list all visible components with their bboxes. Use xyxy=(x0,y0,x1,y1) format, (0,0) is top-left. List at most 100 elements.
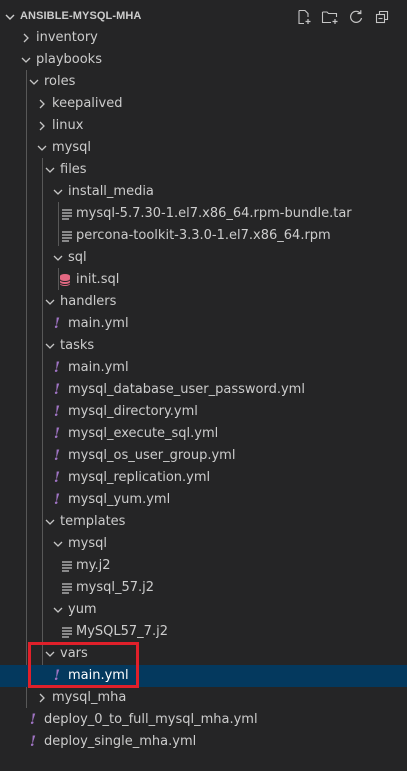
folder-label: mysql xyxy=(68,536,107,551)
folder-label: sql xyxy=(68,250,87,265)
tree-item-sql[interactable]: sql xyxy=(0,247,407,269)
tree-item-deploy-full[interactable]: ! deploy_0_to_full_mysql_mha.yml xyxy=(0,709,407,731)
yaml-file-icon: ! xyxy=(53,448,61,464)
chevron-down-icon xyxy=(53,255,63,261)
file-label: mysql_replication.yml xyxy=(68,470,211,485)
folder-label: handlers xyxy=(60,294,117,309)
yaml-file-icon: ! xyxy=(53,382,61,398)
tree-item-task-repl[interactable]: ! mysql_replication.yml xyxy=(0,467,407,489)
chevron-down-icon xyxy=(53,607,63,613)
file-label: mysql_directory.yml xyxy=(68,404,198,419)
chevron-right-icon xyxy=(39,99,45,109)
folder-label: mysql_mha xyxy=(52,690,127,705)
text-file-icon xyxy=(62,627,72,638)
tree-item-init-sql[interactable]: init.sql xyxy=(0,269,407,291)
folder-label: inventory xyxy=(36,30,98,45)
tree-item-files[interactable]: files xyxy=(0,159,407,181)
tree-item-task-os[interactable]: ! mysql_os_user_group.yml xyxy=(0,445,407,467)
tree-item-tpl-mysql[interactable]: mysql xyxy=(0,533,407,555)
tree-item-inventory[interactable]: inventory xyxy=(0,27,407,49)
chevron-down-icon xyxy=(45,343,55,349)
tree-item-mysql57-7-j2[interactable]: MySQL57_7.j2 xyxy=(0,621,407,643)
file-label: mysql_os_user_group.yml xyxy=(68,448,236,463)
tree-item-my-j2[interactable]: my.j2 xyxy=(0,555,407,577)
tree-item-tasks[interactable]: tasks xyxy=(0,335,407,357)
tree-item-mysql[interactable]: mysql xyxy=(0,137,407,159)
tree-item-tasks-main[interactable]: ! main.yml xyxy=(0,357,407,379)
file-label: init.sql xyxy=(76,272,120,287)
chevron-right-icon xyxy=(23,33,29,43)
tree-item-mysql-bundle[interactable]: mysql-5.7.30-1.el7.x86_64.rpm-bundle.tar xyxy=(0,203,407,225)
file-label: main.yml xyxy=(68,360,129,375)
chevron-right-icon xyxy=(39,693,45,703)
chevron-down-icon xyxy=(45,519,55,525)
collapse-all-icon[interactable] xyxy=(373,8,391,26)
tree-item-mysql-mha[interactable]: mysql_mha xyxy=(0,687,407,709)
folder-label: vars xyxy=(60,646,88,661)
tree-item-task-yum[interactable]: ! mysql_yum.yml xyxy=(0,489,407,511)
file-label: deploy_0_to_full_mysql_mha.yml xyxy=(44,712,258,727)
chevron-down-icon xyxy=(53,541,63,547)
file-label: main.yml xyxy=(68,316,129,331)
chevron-down-icon xyxy=(21,57,31,63)
chevron-down-icon xyxy=(29,79,39,85)
new-file-icon[interactable] xyxy=(295,8,313,26)
yaml-file-icon: ! xyxy=(53,360,61,376)
file-label: MySQL57_7.j2 xyxy=(76,624,168,639)
tree-item-vars[interactable]: vars xyxy=(0,643,407,665)
tree-item-percona[interactable]: percona-toolkit-3.3.0-1.el7.x86_64.rpm xyxy=(0,225,407,247)
folder-label: linux xyxy=(52,118,84,133)
file-tree: inventory playbooks roles keepalived lin… xyxy=(0,27,407,753)
text-file-icon xyxy=(62,209,72,220)
workspace-title[interactable]: ANSIBLE-MYSQL-MHA xyxy=(20,10,141,22)
tree-item-roles[interactable]: roles xyxy=(0,71,407,93)
tree-item-task-db-pw[interactable]: ! mysql_database_user_password.yml xyxy=(0,379,407,401)
folder-label: install_media xyxy=(68,184,154,199)
tree-item-handlers[interactable]: handlers xyxy=(0,291,407,313)
refresh-icon[interactable] xyxy=(347,8,365,26)
folder-label: keepalived xyxy=(52,96,123,111)
file-label: mysql_57.j2 xyxy=(76,580,155,595)
chevron-down-icon xyxy=(45,167,55,173)
file-label: mysql_execute_sql.yml xyxy=(68,426,219,441)
tree-item-task-exec[interactable]: ! mysql_execute_sql.yml xyxy=(0,423,407,445)
tree-item-playbooks[interactable]: playbooks xyxy=(0,49,407,71)
tree-item-install-media[interactable]: install_media xyxy=(0,181,407,203)
yaml-file-icon: ! xyxy=(53,492,61,508)
tree-item-deploy-single[interactable]: ! deploy_single_mha.yml xyxy=(0,731,407,753)
new-folder-icon[interactable] xyxy=(321,8,339,26)
file-label: my.j2 xyxy=(76,558,111,573)
tree-item-tpl-yum[interactable]: yum xyxy=(0,599,407,621)
tree-item-handlers-main[interactable]: ! main.yml xyxy=(0,313,407,335)
chevron-right-icon xyxy=(39,121,45,131)
folder-label: templates xyxy=(60,514,126,529)
file-label: mysql_yum.yml xyxy=(68,492,171,507)
tree-item-mysql57-j2[interactable]: mysql_57.j2 xyxy=(0,577,407,599)
file-label: mysql_database_user_password.yml xyxy=(68,382,305,397)
folder-label: playbooks xyxy=(36,52,102,67)
text-file-icon xyxy=(62,231,72,242)
file-label: mysql-5.7.30-1.el7.x86_64.rpm-bundle.tar xyxy=(76,206,352,221)
file-label: deploy_single_mha.yml xyxy=(44,734,197,749)
yaml-file-icon: ! xyxy=(53,668,61,684)
folder-label: files xyxy=(60,162,87,177)
folder-label: yum xyxy=(68,602,97,617)
folder-label: roles xyxy=(44,74,76,89)
tree-item-vars-main[interactable]: ! main.yml xyxy=(0,665,407,687)
tree-item-task-dir[interactable]: ! mysql_directory.yml xyxy=(0,401,407,423)
file-label: percona-toolkit-3.3.0-1.el7.x86_64.rpm xyxy=(76,228,331,243)
chevron-down-icon[interactable] xyxy=(4,11,16,23)
tree-item-templates[interactable]: templates xyxy=(0,511,407,533)
yaml-file-icon: ! xyxy=(53,470,61,486)
yaml-file-icon: ! xyxy=(29,734,37,750)
tree-item-linux[interactable]: linux xyxy=(0,115,407,137)
explorer-actions xyxy=(295,8,391,26)
yaml-file-icon: ! xyxy=(53,404,61,420)
tree-item-keepalived[interactable]: keepalived xyxy=(0,93,407,115)
yaml-file-icon: ! xyxy=(53,426,61,442)
yaml-file-icon: ! xyxy=(29,712,37,728)
database-icon xyxy=(59,274,71,286)
yaml-file-icon: ! xyxy=(53,316,61,332)
chevron-down-icon xyxy=(45,299,55,305)
folder-label: tasks xyxy=(60,338,95,353)
